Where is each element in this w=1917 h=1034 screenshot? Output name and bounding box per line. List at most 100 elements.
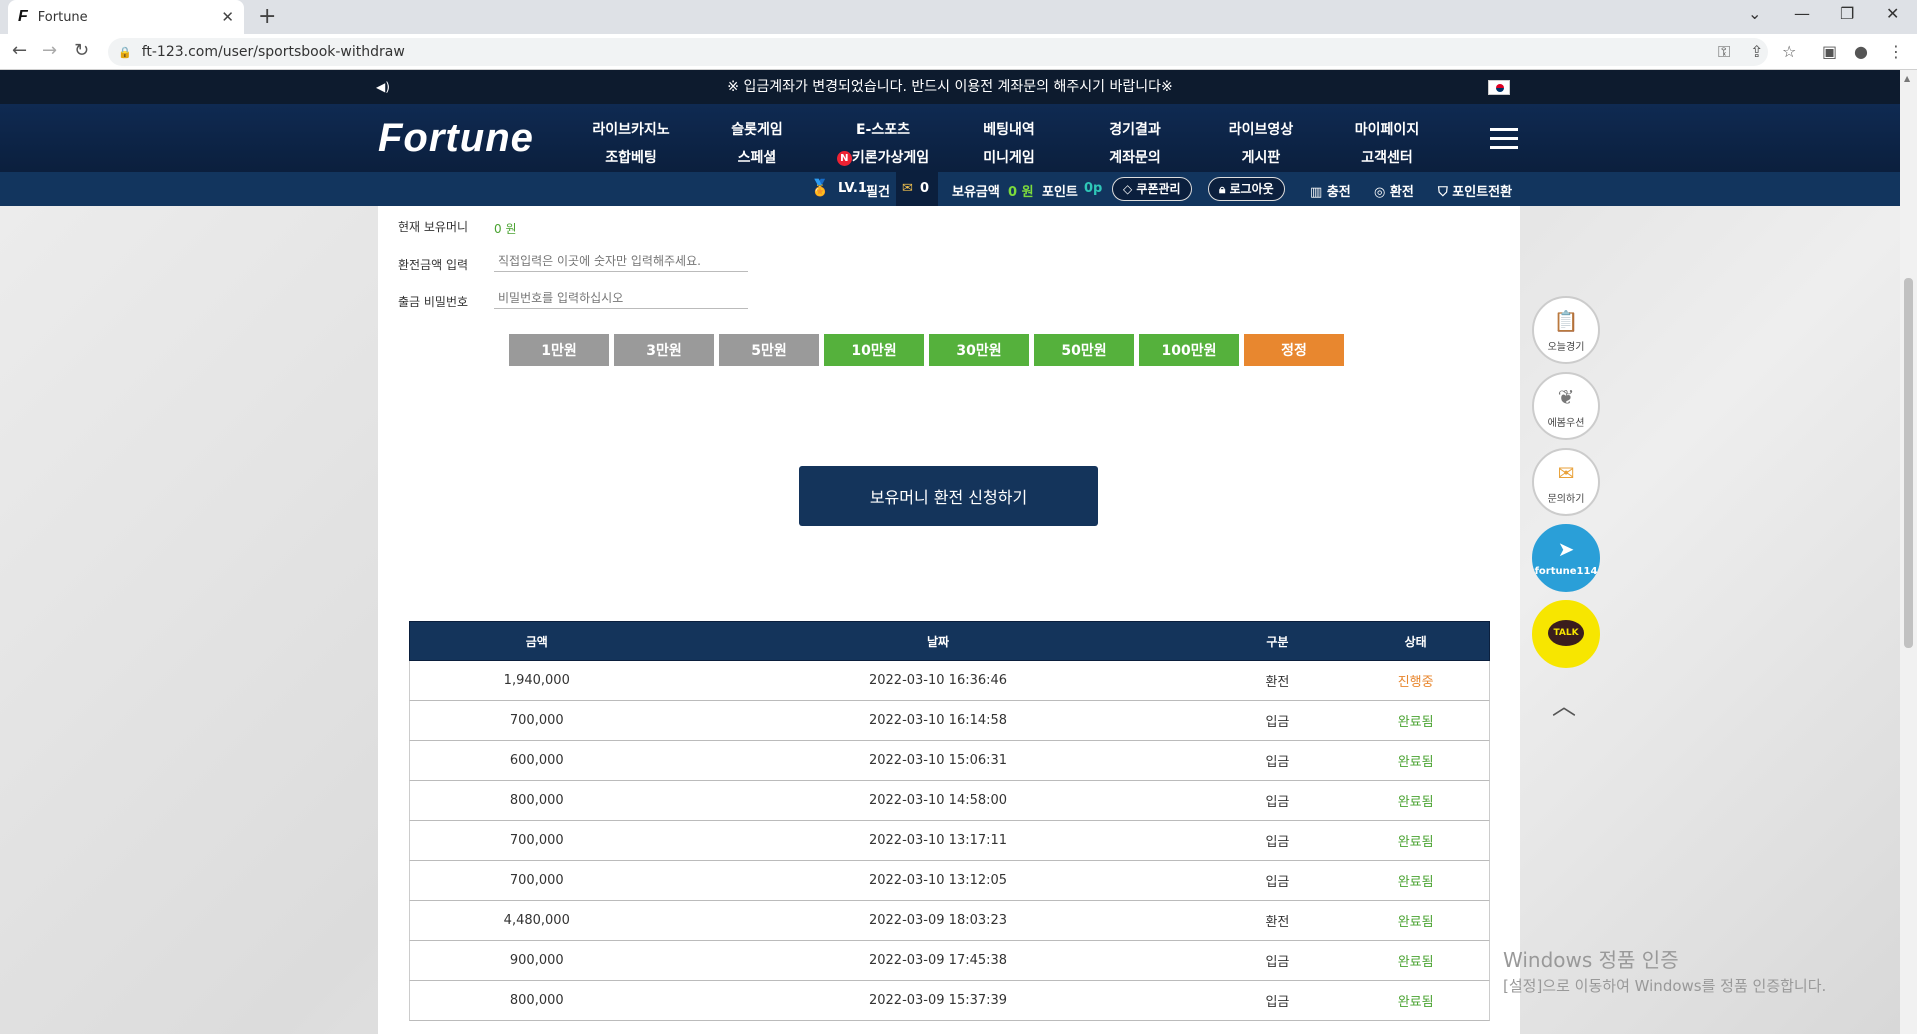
kakaotalk-button[interactable]: TALK bbox=[1532, 600, 1600, 668]
speaker-icon: ◀) bbox=[376, 80, 390, 94]
close-tab-icon[interactable]: ✕ bbox=[221, 8, 234, 26]
menu-mini-game[interactable]: 미니게임 bbox=[954, 144, 1064, 172]
row-date: 2022-03-10 15:06:31 bbox=[868, 753, 1008, 768]
amount-3man-button[interactable]: 3만원 bbox=[614, 334, 714, 366]
window-close-icon[interactable]: ✕ bbox=[1886, 4, 1899, 23]
scroll-up-icon[interactable]: ▲ bbox=[1904, 74, 1910, 83]
row-status: 완료됨 bbox=[1397, 715, 1434, 730]
amount-input[interactable] bbox=[494, 250, 748, 272]
watermark-subtitle: [설정]으로 이동하여 Windows를 정품 인증합니다. bbox=[1503, 977, 1827, 995]
menu-bet-history[interactable]: 베팅내역 bbox=[954, 116, 1064, 144]
menu-live-video[interactable]: 라이브영상 bbox=[1206, 116, 1316, 144]
minimize-icon[interactable]: — bbox=[1794, 4, 1810, 23]
today-games-button[interactable]: 📋 오늘경기 bbox=[1532, 296, 1600, 364]
row-amount: 700,000 bbox=[509, 713, 564, 728]
deposit-link[interactable]: ▥ 충전 bbox=[1310, 181, 1351, 200]
page-scrollbar[interactable]: ▲ bbox=[1900, 70, 1917, 1034]
level-medal-icon: 🏅 bbox=[810, 178, 830, 197]
ebom-button[interactable]: ❦ 에봄우션 bbox=[1532, 372, 1600, 440]
menu-combo-bet[interactable]: 조합베팅 bbox=[576, 144, 686, 172]
row-type: 입금 bbox=[1265, 755, 1290, 770]
row-date: 2022-03-10 16:14:58 bbox=[868, 713, 1008, 728]
header-amount: 금액 bbox=[525, 634, 548, 649]
bookmark-star-icon[interactable]: ☆ bbox=[1782, 42, 1796, 61]
new-tab-icon[interactable]: + bbox=[258, 4, 276, 29]
menu-column-2: 슬롯게임 스페셜 bbox=[702, 116, 812, 172]
logout-label: 로그아웃 bbox=[1229, 182, 1274, 196]
amount-5man-button[interactable]: 5만원 bbox=[719, 334, 819, 366]
row-type: 입금 bbox=[1265, 995, 1290, 1010]
hamburger-menu-icon[interactable] bbox=[1490, 128, 1518, 149]
user-bar: 🏅 LV.1 필건 ✉ 0 보유금액 0 원 포인트 0p ◇ 쿠폰관리 🔒︎ … bbox=[0, 172, 1900, 206]
side-panel-icon[interactable]: ▣ bbox=[1822, 42, 1837, 61]
menu-special[interactable]: 스페셜 bbox=[702, 144, 812, 172]
inquiry-button[interactable]: ✉ 문의하기 bbox=[1532, 448, 1600, 516]
browser-tab-strip: F Fortune ✕ + ⌄ — ❐ ✕ bbox=[0, 0, 1917, 34]
menu-customer-center[interactable]: 고객센터 bbox=[1332, 144, 1442, 172]
amount-10man-button[interactable]: 10만원 bbox=[824, 334, 924, 366]
amount-100man-button[interactable]: 100만원 bbox=[1139, 334, 1239, 366]
key-icon[interactable]: ⚿ bbox=[1718, 42, 1730, 62]
table-row: 700,000 2022-03-10 13:12:05 입금 완료됨 bbox=[409, 861, 1490, 901]
point-convert-link[interactable]: ⛉ 포인트전환 bbox=[1438, 181, 1512, 200]
menu-account-inquiry[interactable]: 계좌문의 bbox=[1080, 144, 1190, 172]
menu-live-casino[interactable]: 라이브카지노 bbox=[576, 116, 686, 144]
profile-icon[interactable]: ● bbox=[1854, 42, 1868, 61]
menu-column-4: 베팅내역 미니게임 bbox=[954, 116, 1064, 172]
table-row: 700,000 2022-03-10 16:14:58 입금 완료됨 bbox=[409, 701, 1490, 741]
current-money-label: 현재 보유머니 bbox=[398, 220, 469, 234]
table-row: 800,000 2022-03-09 15:37:39 입금 완료됨 bbox=[409, 981, 1490, 1021]
share-icon[interactable]: ⇪ bbox=[1750, 42, 1763, 61]
telegram-icon: ➤ bbox=[1557, 537, 1575, 561]
amount-30man-button[interactable]: 30만원 bbox=[929, 334, 1029, 366]
row-status: 완료됨 bbox=[1397, 995, 1434, 1010]
password-input[interactable] bbox=[494, 287, 748, 309]
scrollbar-thumb[interactable] bbox=[1904, 278, 1913, 648]
message-box[interactable]: ✉ 0 bbox=[896, 172, 938, 206]
restore-icon[interactable]: ❐ bbox=[1840, 4, 1854, 23]
message-count: 0 bbox=[920, 181, 930, 196]
menu-esports[interactable]: E-스포츠 bbox=[828, 116, 938, 144]
menu-results[interactable]: 경기결과 bbox=[1080, 116, 1190, 144]
amount-50man-button[interactable]: 50만원 bbox=[1034, 334, 1134, 366]
back-icon[interactable]: ← bbox=[12, 40, 27, 61]
row-date: 2022-03-09 17:45:38 bbox=[868, 953, 1008, 968]
amount-1man-button[interactable]: 1만원 bbox=[509, 334, 609, 366]
header-date: 날짜 bbox=[926, 634, 950, 649]
row-amount: 900,000 bbox=[509, 953, 564, 968]
row-type: 입금 bbox=[1265, 875, 1290, 890]
row-type: 입금 bbox=[1265, 835, 1290, 850]
url-field[interactable]: 🔒 ft-123.com/user/sportsbook-withdraw bbox=[108, 38, 1768, 66]
menu-kiron-label: 키론가상게임 bbox=[851, 150, 930, 166]
username: 필건 bbox=[866, 185, 890, 200]
url-text: ft-123.com/user/sportsbook-withdraw bbox=[141, 44, 405, 60]
transaction-table: 금액 날짜 구분 상태 1,940,000 2022-03-10 16:36:46… bbox=[409, 621, 1490, 1021]
menu-slot-game[interactable]: 슬롯게임 bbox=[702, 116, 812, 144]
withdraw-link[interactable]: ◎ 환전 bbox=[1374, 181, 1414, 200]
tab-search-icon[interactable]: ⌄ bbox=[1748, 4, 1761, 23]
table-row: 4,480,000 2022-03-09 18:03:23 환전 완료됨 bbox=[409, 901, 1490, 941]
row-amount: 4,480,000 bbox=[503, 913, 570, 928]
coupon-button[interactable]: ◇ 쿠폰관리 bbox=[1112, 177, 1192, 201]
submit-withdraw-button[interactable]: 보유머니 환전 신청하기 bbox=[799, 466, 1098, 526]
menu-kiron-virtual[interactable]: N 키론가상게임 bbox=[828, 144, 938, 172]
deposit-label: 충전 bbox=[1326, 185, 1351, 200]
korea-flag-icon[interactable] bbox=[1488, 80, 1510, 95]
menu-column-7: 마이페이지 고객센터 bbox=[1332, 116, 1442, 172]
menu-dots-icon[interactable]: ⋮ bbox=[1888, 42, 1904, 61]
menu-my-page[interactable]: 마이페이지 bbox=[1332, 116, 1442, 144]
site-header: Fortune 라이브카지노 조합베팅 슬롯게임 스페셜 E-스포츠 N 키론가상… bbox=[0, 104, 1900, 172]
forward-icon[interactable]: → bbox=[42, 40, 57, 61]
menu-board[interactable]: 게시판 bbox=[1206, 144, 1316, 172]
telegram-button[interactable]: ➤ fortune114 bbox=[1532, 524, 1600, 592]
scroll-top-icon[interactable]: ︿ bbox=[1552, 686, 1576, 721]
row-amount: 600,000 bbox=[509, 753, 564, 768]
logout-button[interactable]: 🔒︎ 로그아웃 bbox=[1208, 177, 1285, 201]
browser-tab[interactable]: F Fortune ✕ bbox=[8, 0, 244, 34]
reload-icon[interactable]: ↻ bbox=[74, 40, 89, 61]
site-logo[interactable]: Fortune bbox=[378, 116, 534, 161]
row-date: 2022-03-10 16:36:46 bbox=[868, 673, 1008, 688]
row-status: 완료됨 bbox=[1397, 875, 1434, 890]
reset-button[interactable]: 정정 bbox=[1244, 334, 1344, 366]
table-row: 800,000 2022-03-10 14:58:00 입금 완료됨 bbox=[409, 781, 1490, 821]
